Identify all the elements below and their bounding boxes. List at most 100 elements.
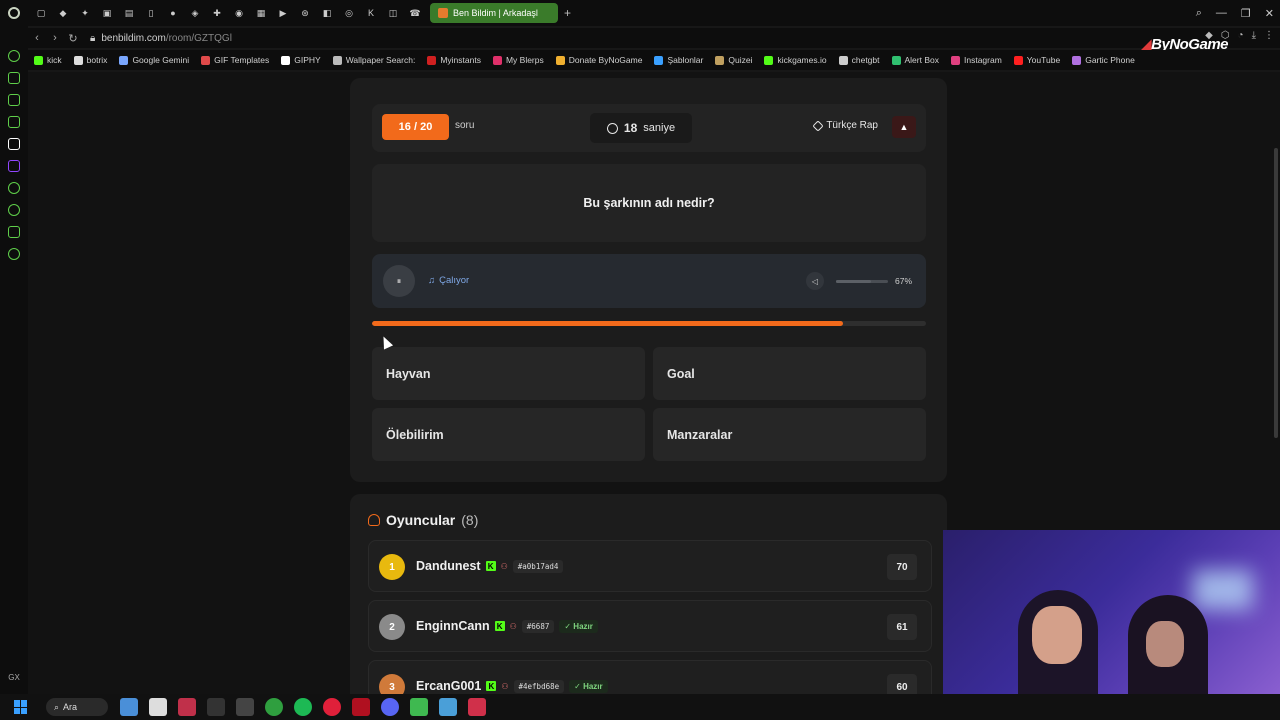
app-v2-icon[interactable] xyxy=(468,698,486,716)
bookmark-favicon-icon xyxy=(764,55,774,65)
pinned-tab-icon[interactable]: ▦ xyxy=(252,4,270,22)
app-m-icon[interactable] xyxy=(8,116,20,128)
add-friend-icon[interactable]: ⚇ xyxy=(501,682,508,691)
bookmark-item[interactable]: botrix xyxy=(73,55,107,65)
gx-control-icon[interactable] xyxy=(8,50,20,62)
twitch-icon[interactable] xyxy=(8,160,20,172)
add-friend-icon[interactable]: ⚇ xyxy=(501,562,508,571)
bookmark-favicon-icon xyxy=(34,55,43,65)
page-scrollbar[interactable] xyxy=(1272,72,1280,442)
category-label: Türkçe Rap xyxy=(812,119,878,132)
discord-icon[interactable] xyxy=(381,698,399,716)
epic-games-icon[interactable] xyxy=(207,698,225,716)
pinned-tab-icon[interactable]: ✦ xyxy=(76,4,94,22)
app-green-icon[interactable] xyxy=(410,698,428,716)
history-icon[interactable] xyxy=(8,204,20,216)
xbox-icon[interactable] xyxy=(265,698,283,716)
active-tab[interactable]: Ben Bildim | Arkadaşl xyxy=(430,3,558,23)
pinned-tab-icon[interactable]: ◫ xyxy=(384,4,402,22)
users-icon xyxy=(368,514,380,526)
windows-start-icon[interactable] xyxy=(14,700,28,714)
explorer-icon[interactable] xyxy=(120,698,138,716)
answer-option[interactable]: Hayvan xyxy=(372,347,645,400)
scrollbar-thumb[interactable] xyxy=(1274,148,1278,438)
taskbar-search[interactable]: ⌕ Ara xyxy=(46,698,108,716)
app-v-icon[interactable] xyxy=(178,698,196,716)
bookmark-item[interactable]: Myinstants xyxy=(427,55,481,65)
pinned-tab-icon[interactable]: K xyxy=(362,4,380,22)
opera-gx-icon[interactable] xyxy=(323,698,341,716)
bookmark-item[interactable]: Alert Box xyxy=(891,55,940,65)
answer-option[interactable]: Goal xyxy=(653,347,926,400)
kick-sidebar-icon[interactable] xyxy=(8,138,20,150)
volume-icon[interactable]: ◁ xyxy=(806,272,824,290)
steam-icon[interactable] xyxy=(236,698,254,716)
pinned-tab-icon[interactable]: ▯ xyxy=(142,4,160,22)
pinned-tab-icon[interactable]: ◈ xyxy=(186,4,204,22)
spotify-icon[interactable] xyxy=(294,698,312,716)
bookmark-item[interactable]: Instagram xyxy=(951,55,1002,65)
pinned-tab-icon[interactable]: ▶ xyxy=(274,4,292,22)
bookmark-item[interactable]: Donate ByNoGame xyxy=(555,55,642,65)
bookmark-item[interactable]: Şablonlar xyxy=(654,55,703,65)
bookmark-favicon-icon xyxy=(332,55,342,65)
player-icon[interactable] xyxy=(8,182,20,194)
add-friend-icon[interactable]: ⚇ xyxy=(510,622,517,631)
maximize-icon[interactable]: ❐ xyxy=(1241,7,1251,20)
bookmark-item[interactable]: Gartic Phone xyxy=(1072,55,1135,65)
bookmark-item[interactable]: My Blerps xyxy=(492,55,544,65)
download-icon[interactable]: ⤓ xyxy=(1252,30,1256,41)
store-icon[interactable] xyxy=(149,698,167,716)
reload-icon[interactable]: ↻ xyxy=(64,32,82,45)
snapshot-icon[interactable]: ◔ xyxy=(1238,30,1244,41)
app-blue-icon[interactable] xyxy=(439,698,457,716)
settings-icon[interactable] xyxy=(8,248,20,260)
player-row: 1 Dandunest K ⚇ #a0b17ad4 70 xyxy=(368,540,932,592)
pinned-tab-icon[interactable]: ☎ xyxy=(406,4,424,22)
playback-status-text: Çalıyor xyxy=(439,275,470,286)
pinned-tab-icon[interactable]: ◧ xyxy=(318,4,336,22)
pinned-tab-icon[interactable]: ▣ xyxy=(98,4,116,22)
pinned-tab-icon[interactable]: ▤ xyxy=(120,4,138,22)
bookmark-item[interactable]: GIPHY xyxy=(281,55,321,65)
pinned-tab-icon[interactable]: ◉ xyxy=(230,4,248,22)
report-button[interactable]: ▲ xyxy=(892,116,916,138)
pinned-tab-icon[interactable]: ◆ xyxy=(54,4,72,22)
answer-option[interactable]: Manzaralar xyxy=(653,408,926,461)
bookmark-label: kick xyxy=(47,55,62,65)
volume-slider[interactable] xyxy=(836,280,888,283)
bookmark-item[interactable]: YouTube xyxy=(1013,55,1060,65)
search-tabs-icon[interactable]: ⌕ xyxy=(1196,7,1202,20)
bookmark-item[interactable]: chetgbt xyxy=(838,55,880,65)
forward-icon[interactable]: › xyxy=(46,32,64,44)
bookmark-item[interactable]: kickgames.io xyxy=(764,55,827,65)
bookmark-item[interactable]: Google Gemini xyxy=(119,55,189,65)
pinned-tab-icon[interactable]: ✚ xyxy=(208,4,226,22)
bookmark-label: chetgbt xyxy=(851,55,880,65)
menu-icon[interactable]: ⋮ xyxy=(1264,30,1274,41)
close-icon[interactable]: ✕ xyxy=(1265,7,1274,20)
url-field[interactable]: 🔒︎ benbildim.com/room/GZTQGl xyxy=(90,33,232,44)
new-tab-button[interactable]: + xyxy=(564,6,571,20)
bookmark-item[interactable]: Quizei xyxy=(715,55,752,65)
opera-logo-icon[interactable] xyxy=(0,0,28,26)
extensions-sidebar-icon[interactable] xyxy=(8,226,20,238)
back-icon[interactable]: ‹ xyxy=(28,32,46,44)
gx-corner-icon[interactable] xyxy=(8,72,20,84)
pause-button[interactable]: ⏸ xyxy=(383,265,415,297)
pinned-tab-icon[interactable]: ◎ xyxy=(340,4,358,22)
bookmark-label: Alert Box xyxy=(904,55,940,65)
pinned-tab-icon[interactable]: ⊛ xyxy=(296,4,314,22)
bookmark-item[interactable]: kick xyxy=(34,55,62,65)
minimize-icon[interactable]: — xyxy=(1216,7,1227,19)
bookmark-label: GIF Templates xyxy=(214,55,270,65)
bookmark-item[interactable]: GIF Templates xyxy=(201,55,269,65)
pinned-tab-icon[interactable]: ● xyxy=(164,4,182,22)
player-id: #4efbd68e xyxy=(513,679,565,693)
answer-option[interactable]: Ölebilirim xyxy=(372,408,645,461)
rank-badge: 3 xyxy=(379,674,405,694)
pinned-tab-icon[interactable]: ▢ xyxy=(32,4,50,22)
app-red-icon[interactable] xyxy=(352,698,370,716)
bookmark-item[interactable]: Wallpaper Search: xyxy=(332,55,415,65)
news-icon[interactable] xyxy=(8,94,20,106)
